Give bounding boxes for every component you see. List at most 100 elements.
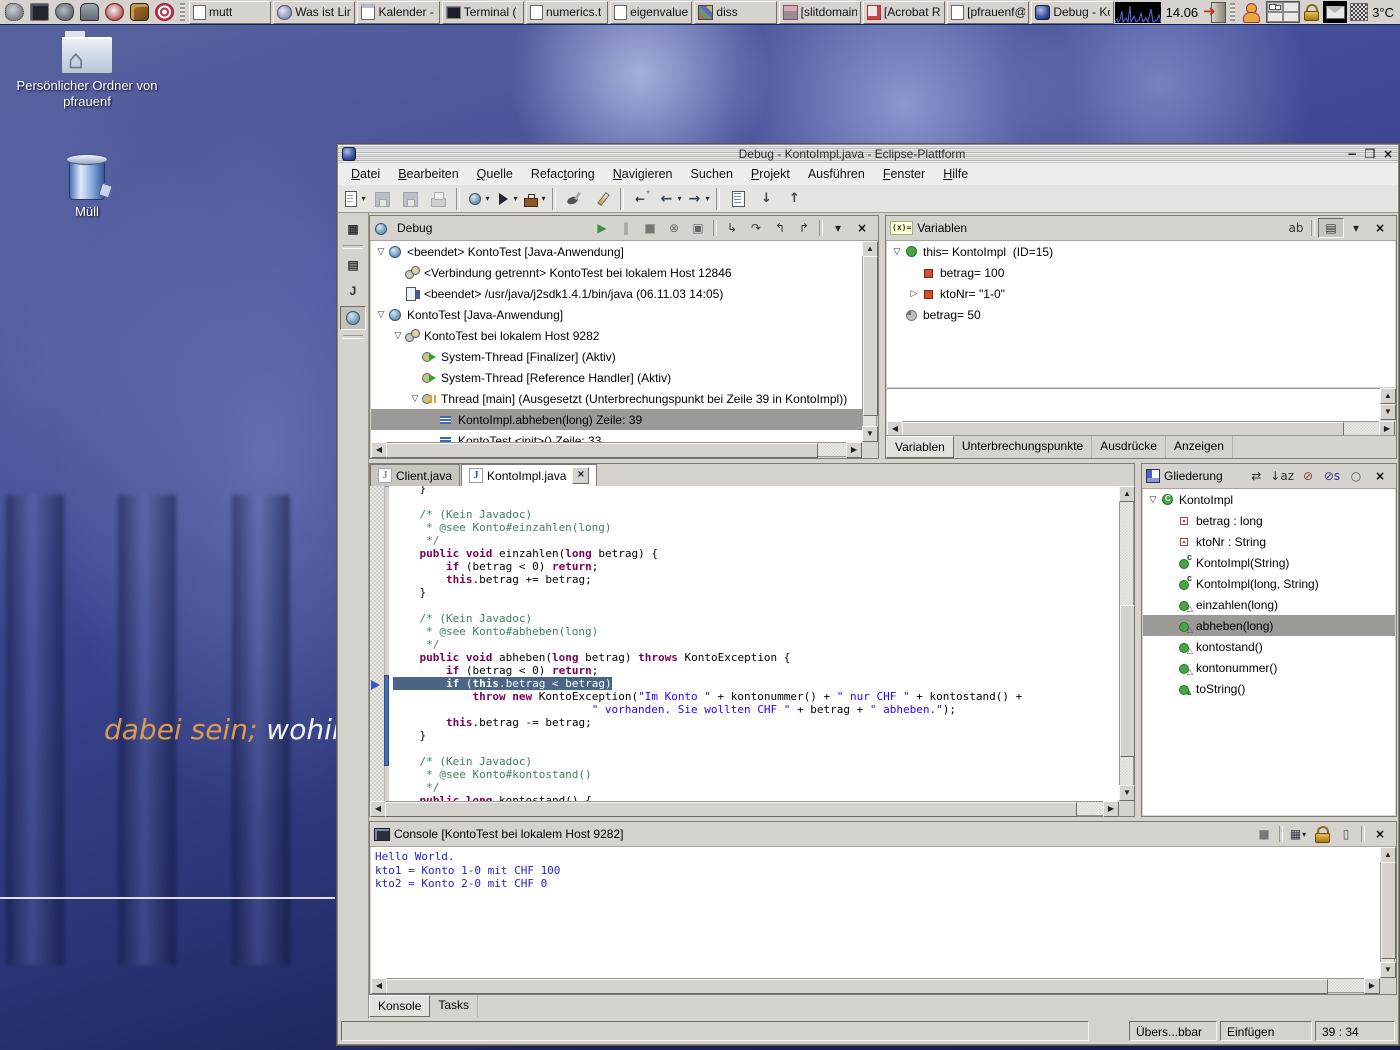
clock[interactable]: 14.06: [1166, 5, 1199, 20]
launcher-debian-package[interactable]: [153, 1, 176, 23]
scrollbar-thumb[interactable]: [1120, 605, 1135, 757]
hide-fields-button[interactable]: ⊘: [1296, 467, 1320, 485]
variables-tree[interactable]: ▽this= KontoImpl (ID=15)betrag= 100▷ktoN…: [887, 241, 1395, 387]
editor-tab-kontoimpl-java[interactable]: JKontoImpl.java×: [461, 464, 597, 486]
tree-row-kontoimpl[interactable]: ▽KontoImpl: [1143, 489, 1395, 510]
previous-annotation-button[interactable]: [780, 188, 808, 210]
tab-close-icon[interactable]: ×: [572, 467, 589, 484]
step-return-button[interactable]: ↰: [768, 219, 792, 237]
scroll-down-icon[interactable]: ▼: [862, 426, 878, 442]
tab-ausdr-cke[interactable]: Ausdrücke: [1092, 436, 1166, 458]
launcher-mailbox[interactable]: [78, 1, 101, 23]
tab-konsole[interactable]: Konsole: [369, 995, 430, 1017]
taskbar-window-pfrauenf[interactable]: [pfrauenf@: [947, 1, 1029, 24]
open-expander-icon[interactable]: ▽: [391, 330, 405, 341]
launcher-gnome-tools[interactable]: [53, 1, 76, 23]
menu-navigieren[interactable]: Navigieren: [604, 163, 682, 185]
taskbar-window-diss[interactable]: diss: [694, 1, 776, 24]
launcher-gnome-foot[interactable]: [3, 1, 26, 23]
open-perspective-button[interactable]: ▦: [341, 218, 365, 240]
tree-row-system-thread-reference-handler-aktiv[interactable]: System-Thread [Reference Handler] (Aktiv…: [371, 367, 862, 388]
dropdown-arrow-icon[interactable]: ▾: [485, 194, 489, 203]
tree-row-this-kontoimpl-id-15[interactable]: ▽this= KontoImpl (ID=15): [887, 241, 1395, 262]
tab-variablen[interactable]: Variablen: [886, 436, 954, 458]
detail-vscrollbar[interactable]: ▲ ▼: [1380, 388, 1395, 420]
close-button[interactable]: ×: [1368, 219, 1392, 237]
scroll-down-icon[interactable]: ▼: [1380, 404, 1396, 420]
tree-row-system-thread-finalizer-aktiv[interactable]: System-Thread [Finalizer] (Aktiv): [371, 346, 862, 367]
open-expander-icon[interactable]: ▽: [1146, 494, 1160, 505]
user-icon[interactable]: [1239, 1, 1263, 23]
tab-anzeigen[interactable]: Anzeigen: [1166, 436, 1233, 458]
tree-row-betrag-100[interactable]: betrag= 100: [887, 262, 1395, 283]
scroll-up-icon[interactable]: ▲: [1119, 486, 1135, 502]
menu-projekt[interactable]: Projekt: [742, 163, 799, 185]
mail-icon[interactable]: [1323, 1, 1347, 23]
editor-vscrollbar[interactable]: ▲ ▼: [1119, 486, 1134, 801]
tree-row-kontotest-java-anwendung[interactable]: ▽KontoTest [Java-Anwendung]: [371, 304, 862, 325]
variables-hscrollbar[interactable]: ◀ ▶: [887, 421, 1395, 436]
tree-row-tostring[interactable]: toString(): [1143, 678, 1395, 699]
scrollbar-thumb[interactable]: [386, 443, 818, 458]
workspace-cell[interactable]: [1283, 12, 1299, 22]
minimize-button[interactable]: −: [1344, 146, 1360, 162]
scrollbar-thumb[interactable]: [863, 256, 878, 416]
terminate-button[interactable]: ■: [1252, 825, 1276, 843]
dropdown-arrow-icon[interactable]: ▾: [361, 194, 365, 203]
scroll-lock-button[interactable]: [1310, 825, 1334, 843]
tree-row-kontotest-bei-lokalem-host-9282[interactable]: ▽KontoTest bei lokalem Host 9282: [371, 325, 862, 346]
editor-tab-client-java[interactable]: JClient.java: [370, 464, 460, 486]
print-button[interactable]: [424, 188, 452, 210]
show-source-button[interactable]: [724, 188, 752, 210]
link-with-editor-button[interactable]: ⇄: [1244, 467, 1268, 485]
menu-quelle[interactable]: Quelle: [468, 163, 522, 185]
scroll-right-icon[interactable]: ▶: [846, 442, 862, 458]
run-button[interactable]: ▾: [492, 188, 520, 210]
scroll-left-icon[interactable]: ◀: [371, 978, 387, 994]
save-as-button[interactable]: [396, 188, 424, 210]
workspace-cell[interactable]: [1267, 2, 1283, 12]
close-button[interactable]: ×: [1368, 825, 1392, 843]
menu-ausf-hren[interactable]: Ausführen: [799, 163, 874, 185]
logout-icon[interactable]: ➜: [1203, 1, 1227, 23]
tree-row-verbindung-getrennt-kontotest-bei-lokale[interactable]: <Verbindung getrennt> KontoTest bei loka…: [371, 262, 862, 283]
menu-bearbeiten[interactable]: Bearbeiten: [389, 163, 467, 185]
open-expander-icon[interactable]: ▽: [374, 309, 388, 320]
scrollbar-thumb[interactable]: [385, 802, 1077, 817]
tree-row-kontonummer[interactable]: kontonummer(): [1143, 657, 1395, 678]
menu-datei[interactable]: Datei: [342, 163, 389, 185]
tree-row-einzahlen-long[interactable]: einzahlen(long): [1143, 594, 1395, 615]
launcher-terminal[interactable]: [28, 1, 51, 23]
scroll-up-icon[interactable]: ▲: [862, 241, 878, 257]
suspend-button[interactable]: ‖: [614, 219, 638, 237]
dropdown-arrow-icon[interactable]: ▾: [513, 194, 517, 203]
remove-all-terminated-button[interactable]: ▣: [686, 219, 710, 237]
toggle-detail-pane-button[interactable]: ▤: [1318, 218, 1344, 238]
workspace-cell[interactable]: [1283, 2, 1299, 12]
open-expander-icon[interactable]: ▽: [374, 246, 388, 257]
system-load-graph-icon[interactable]: [1115, 2, 1161, 23]
launcher-safe[interactable]: [128, 1, 151, 23]
panel-handle[interactable]: [180, 3, 185, 21]
close-button[interactable]: ×: [850, 219, 874, 237]
tree-row-kontoimpl-long-string[interactable]: KontoImpl(long, String): [1143, 573, 1395, 594]
dropdown-arrow-icon[interactable]: ▾: [1302, 830, 1306, 839]
menu-fenster[interactable]: Fenster: [874, 163, 934, 185]
closed-expander-icon[interactable]: ▷: [907, 288, 921, 299]
taskbar-window-terminal[interactable]: Terminal (: [442, 1, 524, 24]
scroll-left-icon[interactable]: ◀: [371, 442, 387, 458]
taskbar-window-kalender[interactable]: Kalender -: [357, 1, 439, 24]
taskbar-window-acrobat-r[interactable]: [Acrobat R: [863, 1, 945, 24]
scroll-up-icon[interactable]: ▲: [1380, 388, 1396, 404]
taskbar-window-mutt[interactable]: mutt: [189, 1, 271, 24]
step-into-button[interactable]: ↳: [720, 219, 744, 237]
desktop-icon-trash[interactable]: Müll: [2, 158, 172, 220]
resume-button[interactable]: ▶: [590, 219, 614, 237]
debug-hscrollbar[interactable]: ◀ ▶: [371, 442, 862, 457]
scroll-down-icon[interactable]: ▼: [1380, 962, 1396, 978]
window-titlebar[interactable]: Debug - KontoImpl.java - Eclipse-Plattfo…: [338, 145, 1398, 163]
search-button[interactable]: [560, 188, 588, 210]
panel-handle[interactable]: [1230, 3, 1235, 21]
tree-row-thread-main-ausgesetzt-unterbrechungspun[interactable]: ▽Thread [main] (Ausgesetzt (Unterbrechun…: [371, 388, 862, 409]
hide-static-button[interactable]: ⊘s: [1320, 467, 1344, 485]
